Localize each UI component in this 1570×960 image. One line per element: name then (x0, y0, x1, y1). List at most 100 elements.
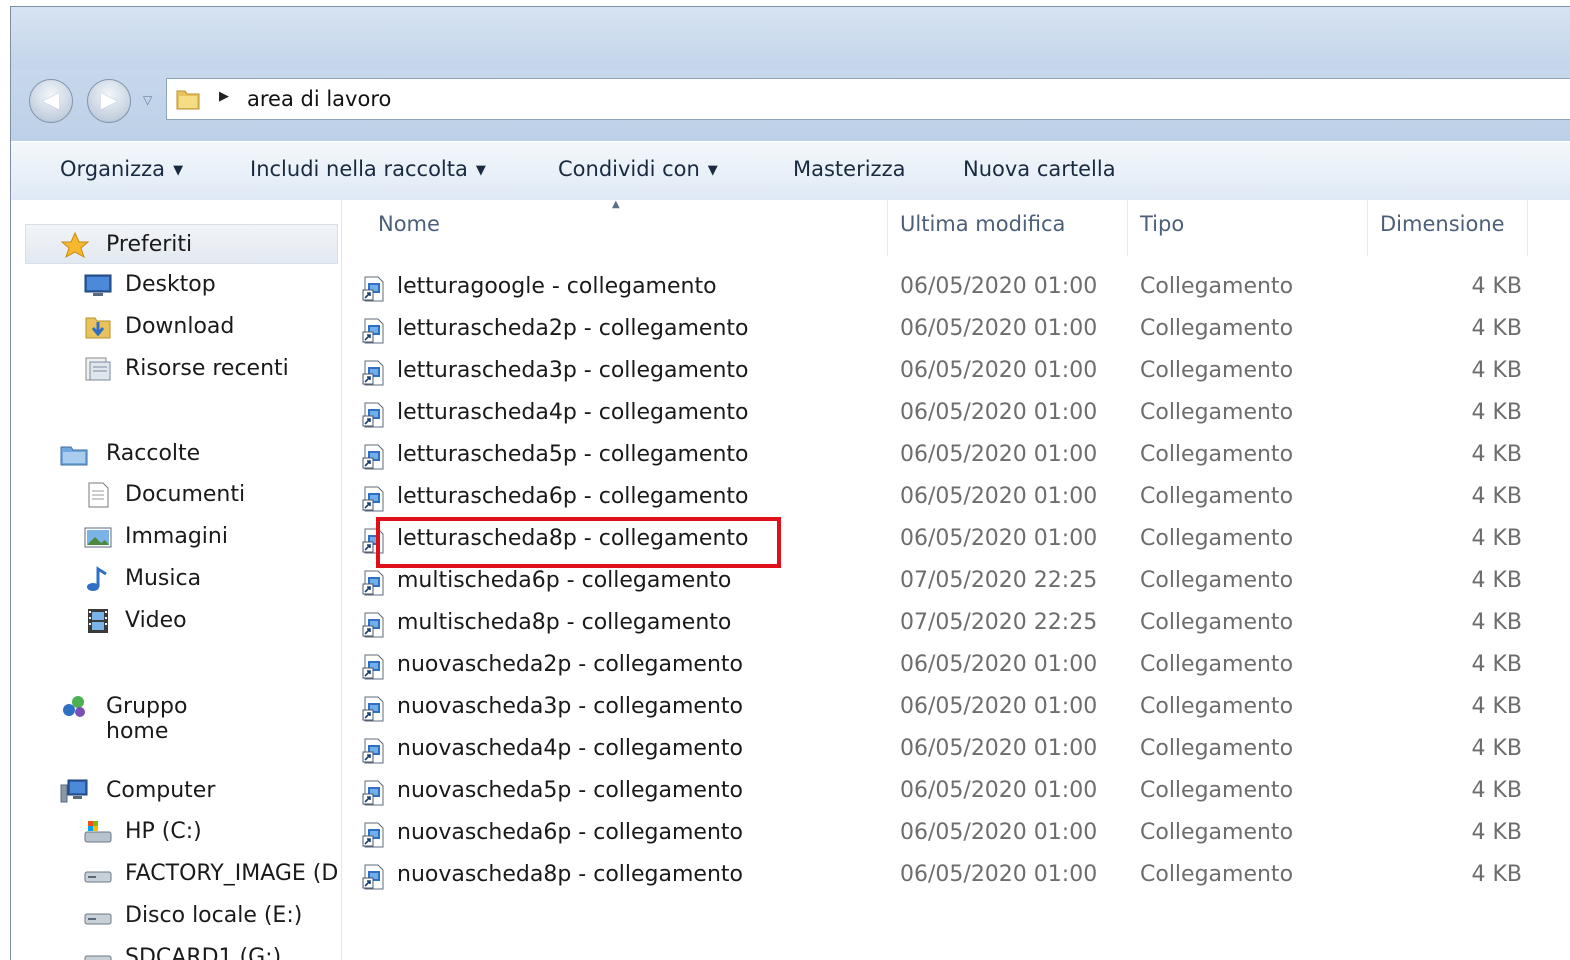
desktop-icon (84, 274, 112, 296)
file-size: 4 KB (1471, 274, 1522, 299)
file-date: 07/05/2020 22:25 (900, 568, 1098, 593)
shortcut-icon (360, 485, 388, 513)
file-type: Collegamento (1140, 358, 1294, 383)
title-bar[interactable] (11, 7, 1570, 69)
command-bar: Organizza ▼ Includi nella raccolta ▼ Condi… (11, 141, 1570, 201)
file-type: Collegamento (1140, 442, 1294, 467)
nav-preferiti[interactable]: Preferiti (25, 224, 338, 264)
shortcut-icon (360, 863, 388, 891)
drive-icon (84, 871, 112, 883)
file-size: 4 KB (1471, 568, 1522, 593)
navigation-pane: Preferiti Desktop Download Risorse recen… (11, 200, 342, 960)
screen: ◀ ▶ ▽ ▶ area di lavoro Organizza ▼ Includ… (0, 0, 1570, 960)
file-date: 06/05/2020 01:00 (900, 358, 1098, 383)
file-date: 06/05/2020 01:00 (900, 442, 1098, 467)
drive-icon (84, 913, 112, 925)
file-list: Nome ▲ Ultima modifica Tipo Dimensione l… (342, 199, 1570, 960)
condividi-menu[interactable]: Condividi con ▼ (558, 157, 718, 181)
file-row[interactable]: letturascheda4p - collegamento 06/05/2020… (342, 394, 1570, 436)
shortcut-icon (360, 779, 388, 807)
shortcut-icon (360, 695, 388, 723)
shortcut-icon (360, 821, 388, 849)
caret-down-icon: ▼ (173, 163, 184, 178)
file-date: 07/05/2020 22:25 (900, 610, 1098, 635)
file-row[interactable]: letturagoogle - collegamento 06/05/2020 0… (342, 268, 1570, 310)
file-date: 06/05/2020 01:00 (900, 862, 1098, 887)
file-row[interactable]: letturascheda6p - collegamento 06/05/2020… (342, 478, 1570, 520)
file-size: 4 KB (1471, 778, 1522, 803)
file-size: 4 KB (1471, 526, 1522, 551)
file-size: 4 KB (1471, 610, 1522, 635)
nuova-cartella-button[interactable]: Nuova cartella (963, 157, 1116, 181)
file-name: letturascheda6p - collegamento (397, 484, 749, 509)
file-date: 06/05/2020 01:00 (900, 274, 1098, 299)
libraries-icon (60, 446, 88, 466)
file-row[interactable]: nuovascheda5p - collegamento 06/05/2020 0… (342, 772, 1570, 814)
file-row[interactable]: multischeda6p - collegamento 07/05/2020 2… (342, 562, 1570, 604)
file-name: nuovascheda2p - collegamento (397, 652, 743, 677)
file-name: letturascheda5p - collegamento (397, 442, 749, 467)
file-size: 4 KB (1471, 652, 1522, 677)
file-size: 4 KB (1471, 694, 1522, 719)
back-button[interactable]: ◀ (29, 79, 73, 123)
address-field[interactable]: ▶ area di lavoro (166, 78, 1570, 120)
shortcut-icon (360, 737, 388, 765)
file-size: 4 KB (1471, 400, 1522, 425)
includi-raccolta-menu[interactable]: Includi nella raccolta ▼ (250, 157, 486, 181)
file-row[interactable]: nuovascheda4p - collegamento 06/05/2020 0… (342, 730, 1570, 772)
pictures-icon (84, 527, 112, 548)
computer-icon (60, 779, 88, 803)
file-name: nuovascheda5p - collegamento (397, 778, 743, 803)
file-row[interactable]: nuovascheda2p - collegamento 06/05/2020 0… (342, 646, 1570, 688)
file-type: Collegamento (1140, 694, 1294, 719)
file-type: Collegamento (1140, 778, 1294, 803)
arrow-right-icon: ▶ (100, 88, 118, 113)
file-name: nuovascheda6p - collegamento (397, 820, 743, 845)
shortcut-icon (360, 359, 388, 387)
shortcut-icon (360, 443, 388, 471)
breadcrumb-chevron-icon[interactable]: ▶ (219, 89, 229, 104)
column-header-ultima-modifica[interactable]: Ultima modifica (888, 200, 1128, 256)
system-drive-icon (84, 821, 112, 843)
file-type: Collegamento (1140, 400, 1294, 425)
file-name: multischeda8p - collegamento (397, 610, 732, 635)
file-row[interactable]: multischeda8p - collegamento 07/05/2020 2… (342, 604, 1570, 646)
download-folder-icon (85, 317, 111, 339)
file-row[interactable]: nuovascheda6p - collegamento 06/05/2020 0… (342, 814, 1570, 856)
file-size: 4 KB (1471, 358, 1522, 383)
file-row[interactable]: nuovascheda8p - collegamento 06/05/2020 0… (342, 856, 1570, 898)
music-icon (87, 566, 107, 591)
shortcut-icon (360, 653, 388, 681)
recent-pages-dropdown[interactable]: ▽ (143, 93, 152, 107)
desktop-edge (0, 0, 10, 960)
shortcut-icon (360, 401, 388, 429)
file-name: letturascheda2p - collegamento (397, 316, 749, 341)
file-name: letturagoogle - collegamento (397, 274, 717, 299)
file-type: Collegamento (1140, 652, 1294, 677)
forward-button[interactable]: ▶ (87, 79, 131, 123)
column-header-tipo[interactable]: Tipo (1128, 200, 1368, 256)
file-size: 4 KB (1471, 820, 1522, 845)
file-row[interactable]: letturascheda2p - collegamento 06/05/2020… (342, 310, 1570, 352)
homegroup-icon (63, 696, 85, 717)
column-header-dimensione[interactable]: Dimensione (1368, 200, 1528, 256)
caret-down-icon: ▼ (707, 163, 718, 178)
highlight-annotation-box (376, 517, 781, 568)
file-date: 06/05/2020 01:00 (900, 736, 1098, 761)
file-name: nuovascheda4p - collegamento (397, 736, 743, 761)
masterizza-button[interactable]: Masterizza (793, 157, 905, 181)
file-type: Collegamento (1140, 484, 1294, 509)
breadcrumb-current-folder[interactable]: area di lavoro (247, 87, 391, 111)
column-header-nome[interactable]: Nome ▲ (366, 199, 888, 256)
drive-icon (84, 955, 112, 960)
file-date: 06/05/2020 01:00 (900, 820, 1098, 845)
file-row[interactable]: nuovascheda3p - collegamento 06/05/2020 0… (342, 688, 1570, 730)
arrow-left-icon: ◀ (42, 88, 60, 113)
file-date: 06/05/2020 01:00 (900, 652, 1098, 677)
file-row[interactable]: letturascheda3p - collegamento 06/05/2020… (342, 352, 1570, 394)
file-date: 06/05/2020 01:00 (900, 484, 1098, 509)
file-type: Collegamento (1140, 526, 1294, 551)
organizza-menu[interactable]: Organizza ▼ (60, 157, 183, 181)
file-row[interactable]: letturascheda5p - collegamento 06/05/2020… (342, 436, 1570, 478)
file-type: Collegamento (1140, 568, 1294, 593)
